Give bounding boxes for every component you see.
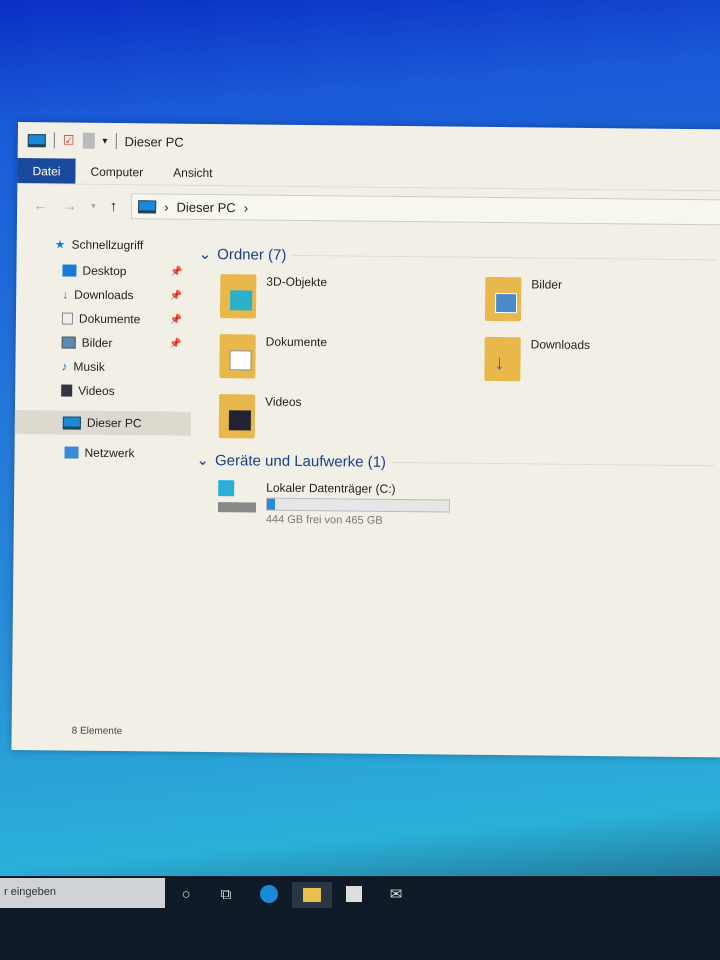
content-area: ⌄ Ordner (7) 3D-Objekte Bilder Dokumente … xyxy=(196,242,720,531)
group-title: Geräte und Laufwerke (1) xyxy=(214,451,387,471)
sidebar-item-schnellzugriff[interactable]: ★ Schnellzugriff xyxy=(17,232,193,258)
sidebar-item-dieser-pc[interactable]: Dieser PC xyxy=(14,409,191,436)
divider xyxy=(115,133,117,150)
breadcrumb-chevron-icon[interactable]: › xyxy=(164,199,169,214)
sidebar-item-label: Musik xyxy=(73,359,105,374)
folder-bilder[interactable]: Bilder xyxy=(484,276,720,328)
folder-label: Downloads xyxy=(530,337,591,353)
computer-icon xyxy=(27,133,46,147)
sidebar-item-bilder[interactable]: Bilder 📌 xyxy=(16,330,192,356)
file-explorer-window: ☑ ▾ Dieser PC Datei Computer Ansicht ← →… xyxy=(11,122,720,758)
drive-usage-fill xyxy=(266,498,276,510)
document-icon xyxy=(61,312,74,325)
breadcrumb-dieser-pc[interactable]: Dieser PC xyxy=(176,199,235,215)
folder-label: Videos xyxy=(265,394,302,409)
pin-icon[interactable]: 📌 xyxy=(169,314,182,325)
pictures-folder-icon xyxy=(484,276,522,322)
desktop-icon xyxy=(62,264,77,277)
pin-icon[interactable]: 📌 xyxy=(170,266,183,277)
sidebar-item-label: Dieser PC xyxy=(86,415,142,431)
chevron-down-icon[interactable]: ⌄ xyxy=(196,451,209,469)
forward-icon[interactable]: → xyxy=(62,197,77,214)
properties-icon[interactable]: ☑ xyxy=(63,132,75,148)
folders-grid: 3D-Objekte Bilder Dokumente ↓ Downloads V… xyxy=(197,266,720,454)
music-icon: ♪ xyxy=(61,359,68,374)
3d-objects-folder-icon xyxy=(219,274,257,319)
cortana-icon[interactable]: ○ xyxy=(174,884,198,904)
navigation-pane: ★ Schnellzugriff Desktop 📌 ↓ Downloads 📌 Dok… xyxy=(14,232,192,466)
address-bar[interactable]: › Dieser PC › xyxy=(131,193,720,226)
divider xyxy=(53,132,55,149)
folder-downloads[interactable]: ↓ Downloads xyxy=(484,336,720,388)
sidebar-item-label: Bilder xyxy=(81,335,113,351)
store-icon[interactable] xyxy=(342,884,366,904)
sidebar-item-label: Netzwerk xyxy=(84,445,135,461)
sidebar-item-musik[interactable]: ♪ Musik xyxy=(15,354,191,380)
computer-icon xyxy=(62,415,81,430)
taskbar: r eingeben ○ ⧉ ✉ xyxy=(0,876,720,960)
sidebar-item-downloads[interactable]: ↓ Downloads 📌 xyxy=(16,282,192,308)
sidebar-item-desktop[interactable]: Desktop 📌 xyxy=(16,258,192,284)
network-icon xyxy=(64,446,79,459)
mail-icon[interactable]: ✉ xyxy=(384,884,408,904)
computer-icon xyxy=(138,199,157,213)
recent-dropdown-icon[interactable]: ▾ xyxy=(91,200,96,211)
new-folder-icon[interactable] xyxy=(82,132,95,149)
pin-icon[interactable]: 📌 xyxy=(170,290,183,301)
sidebar-item-netzwerk[interactable]: Netzwerk xyxy=(14,440,190,466)
videos-folder-icon xyxy=(218,394,256,439)
drive-c[interactable]: Lokaler Datenträger (C:) 444 GB frei von… xyxy=(196,472,720,531)
group-title: Ordner (7) xyxy=(217,245,287,264)
folder-label: Dokumente xyxy=(265,334,328,350)
documents-folder-icon xyxy=(219,334,256,379)
sidebar-item-label: Desktop xyxy=(82,263,127,279)
sidebar-item-label: Dokumente xyxy=(78,311,141,327)
taskbar-search-input[interactable]: r eingeben xyxy=(0,878,165,908)
tab-datei[interactable]: Datei xyxy=(17,157,76,184)
tab-computer[interactable]: Computer xyxy=(75,159,158,185)
drive-free-space: 444 GB frei von 465 GB xyxy=(265,513,383,527)
up-icon[interactable]: ↑ xyxy=(110,197,118,214)
status-item-count: 8 Elemente xyxy=(71,725,123,738)
folder-dokumente[interactable]: Dokumente xyxy=(219,334,484,385)
video-icon xyxy=(61,384,73,397)
pictures-icon xyxy=(61,336,76,349)
drive-name: Lokaler Datenträger (C:) xyxy=(266,480,396,496)
download-icon: ↓ xyxy=(62,287,69,302)
file-explorer-taskbar-icon[interactable] xyxy=(292,882,332,908)
back-icon[interactable]: ← xyxy=(33,197,48,214)
downloads-folder-icon: ↓ xyxy=(484,336,521,382)
pin-icon[interactable]: 📌 xyxy=(169,338,182,349)
drive-usage-bar xyxy=(265,497,451,513)
windows-drive-icon xyxy=(217,480,257,514)
folder-3d-objekte[interactable]: 3D-Objekte xyxy=(219,274,485,325)
window-title: Dieser PC xyxy=(124,133,184,150)
chevron-down-icon[interactable]: ⌄ xyxy=(199,245,212,263)
sidebar-item-label: Videos xyxy=(78,383,115,399)
sidebar-item-dokumente[interactable]: Dokumente 📌 xyxy=(16,306,192,332)
sidebar-item-label: Downloads xyxy=(74,287,134,303)
breadcrumb-chevron-icon[interactable]: › xyxy=(244,200,249,215)
folder-label: 3D-Objekte xyxy=(266,274,328,290)
folder-videos[interactable]: Videos xyxy=(218,394,484,445)
task-view-icon[interactable]: ⧉ xyxy=(214,884,238,904)
sidebar-item-videos[interactable]: Videos xyxy=(15,378,191,404)
quick-access-dropdown-icon[interactable]: ▾ xyxy=(102,135,107,146)
sidebar-item-label: Schnellzugriff xyxy=(71,237,144,253)
star-icon: ★ xyxy=(54,237,66,252)
edge-icon[interactable] xyxy=(257,884,281,904)
navigation-bar: ← → ▾ ↑ › Dieser PC › xyxy=(17,184,720,233)
tab-ansicht[interactable]: Ansicht xyxy=(158,159,228,185)
folder-label: Bilder xyxy=(531,277,563,292)
